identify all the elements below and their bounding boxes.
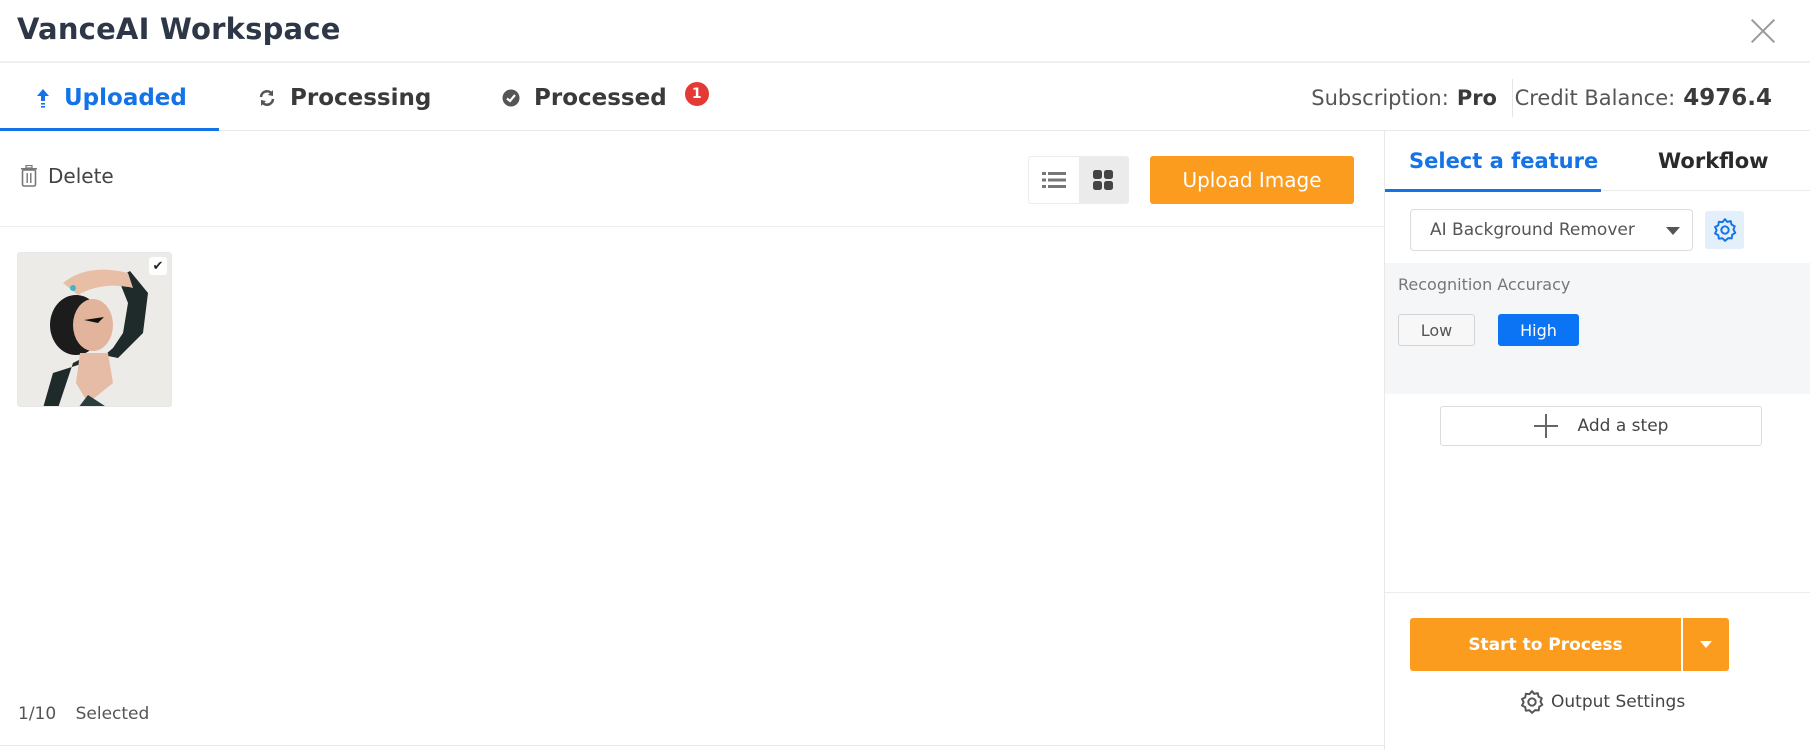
add-step-label: Add a step xyxy=(1577,416,1669,436)
tab-processed[interactable]: Processed 1 xyxy=(502,65,709,131)
credit-value: 4976.4 xyxy=(1683,85,1772,111)
accuracy-low-button[interactable]: Low xyxy=(1398,314,1475,346)
feature-options: Recognition Accuracy Low High xyxy=(1385,263,1810,394)
tab-uploaded[interactable]: Uploaded xyxy=(0,65,219,131)
feature-panel-tabs: Select a feature Workflow xyxy=(1384,131,1810,192)
tab-label: Processing xyxy=(290,85,432,111)
caret-down-icon xyxy=(1700,641,1712,648)
image-toolbar: Delete Upload Image xyxy=(0,131,1384,227)
window-header: VanceAI Workspace xyxy=(0,0,1810,63)
plus-icon xyxy=(1533,414,1558,438)
list-icon xyxy=(1041,172,1066,188)
status-tabs: Uploaded Processing Processed 1 Subscrip… xyxy=(0,65,1810,131)
chevron-down-icon xyxy=(1666,227,1680,235)
processed-count-badge: 1 xyxy=(684,82,709,106)
check-circle-icon xyxy=(502,89,520,107)
upload-image-button[interactable]: Upload Image xyxy=(1150,156,1354,204)
grid-view-button[interactable] xyxy=(1078,157,1128,203)
gear-icon xyxy=(1521,690,1544,714)
start-options-dropdown[interactable] xyxy=(1683,618,1729,671)
subscription-value: Pro xyxy=(1456,86,1497,110)
selected-count: 1/10 xyxy=(18,704,57,724)
refresh-icon xyxy=(258,89,276,107)
delete-button[interactable]: Delete xyxy=(20,164,114,188)
trash-icon xyxy=(21,165,37,187)
upload-arrow-icon xyxy=(36,88,50,108)
selected-label: Selected xyxy=(75,704,150,724)
image-thumbnail[interactable]: ✔ xyxy=(17,252,172,407)
selection-count: 1/10 Selected xyxy=(18,704,149,724)
feature-dropdown[interactable]: AI Background Remover xyxy=(1410,209,1693,251)
recognition-accuracy-label: Recognition Accuracy xyxy=(1398,275,1571,294)
portrait-image xyxy=(18,253,171,406)
credit-label: Credit Balance: xyxy=(1514,86,1676,110)
list-view-button[interactable] xyxy=(1029,157,1079,203)
tab-label: Processed xyxy=(534,85,667,111)
feature-settings-button[interactable] xyxy=(1705,211,1744,249)
tab-select-feature[interactable]: Select a feature xyxy=(1384,131,1602,192)
gear-icon xyxy=(1713,218,1736,242)
subscription-info: Subscription: Pro xyxy=(1311,65,1497,131)
process-footer: Start to Process Output Settings xyxy=(1385,592,1810,750)
output-settings-link[interactable]: Output Settings xyxy=(1519,689,1685,715)
divider xyxy=(1512,79,1513,117)
output-settings-label: Output Settings xyxy=(1551,692,1686,712)
view-toggle xyxy=(1028,156,1129,204)
credit-balance: Credit Balance: 4976.4 xyxy=(1515,65,1772,131)
image-area: Delete Upload Image ✔ 1/10 Selected xyxy=(0,131,1384,746)
selected-checkmark-icon[interactable]: ✔ xyxy=(149,257,167,275)
start-to-process-button[interactable]: Start to Process xyxy=(1410,618,1681,671)
tab-processing[interactable]: Processing xyxy=(258,65,431,131)
tab-workflow[interactable]: Workflow xyxy=(1658,131,1769,191)
subscription-label: Subscription: xyxy=(1311,86,1449,110)
tab-label: Uploaded xyxy=(64,85,187,111)
delete-label: Delete xyxy=(48,164,114,188)
app-title: VanceAI Workspace xyxy=(17,12,341,46)
feature-value: AI Background Remover xyxy=(1430,220,1635,240)
accuracy-high-button[interactable]: High xyxy=(1498,314,1579,346)
feature-panel: Select a feature Workflow AI Background … xyxy=(1384,131,1810,750)
grid-icon xyxy=(1093,170,1114,190)
close-icon[interactable] xyxy=(1750,18,1776,44)
add-step-button[interactable]: Add a step xyxy=(1440,406,1762,446)
